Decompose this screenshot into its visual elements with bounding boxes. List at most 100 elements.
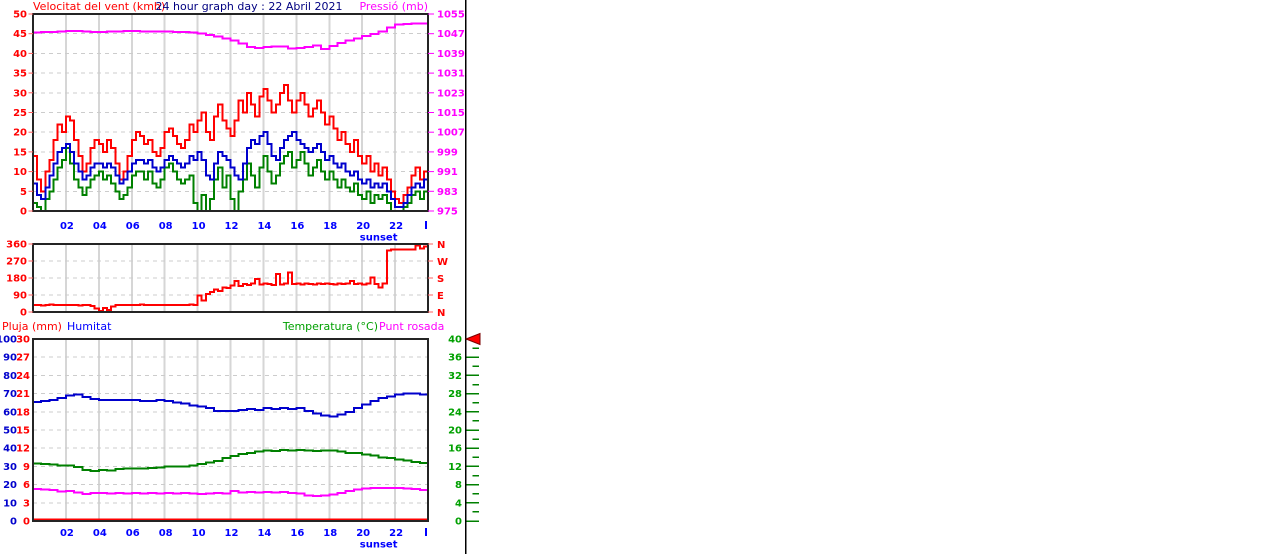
pressure-tick-label: 983 <box>437 187 458 198</box>
pressure-tick-label: 1031 <box>437 69 465 80</box>
wind-speed-tick-label: 0 <box>20 207 27 218</box>
rain-tick-label: 27 <box>16 353 30 364</box>
hour-label: 02 <box>60 528 74 539</box>
wind-speed-tick-label: 20 <box>13 128 27 139</box>
wind-speed-tick-label: 25 <box>13 108 27 119</box>
graph-title: 24 hour graph day : 22 Abril 2021 <box>156 0 343 13</box>
rain-tick-label: 18 <box>16 407 30 418</box>
sunset-label: sunset <box>360 233 398 244</box>
pressure-tick-label: 1047 <box>437 29 465 40</box>
humidity-tick-label: 70 <box>3 389 17 400</box>
humidity-tick-label: 80 <box>3 371 17 382</box>
temperature-axis-title: Temperatura (°C) <box>282 320 378 333</box>
temperature-tick-label: 32 <box>448 371 462 382</box>
direction-deg-tick-label: 180 <box>6 274 27 285</box>
hour-label: 06 <box>126 528 140 539</box>
wind-speed-tick-label: 10 <box>13 167 27 178</box>
pressure-tick-label: 1023 <box>437 88 465 99</box>
direction-deg-tick-label: 90 <box>13 291 27 302</box>
rain-axis-title: Pluja (mm) <box>2 320 62 333</box>
rain-tick-label: 9 <box>23 462 30 473</box>
rain-tick-label: 12 <box>16 444 30 455</box>
direction-cardinal-label: W <box>437 257 448 268</box>
rain-tick-label: 21 <box>16 389 30 400</box>
rain-tick-label: 24 <box>16 371 30 382</box>
hour-label: 14 <box>257 528 271 539</box>
rain-tick-label: 3 <box>23 498 30 509</box>
hour-label: 12 <box>225 528 239 539</box>
hour-label: 04 <box>93 528 107 539</box>
rain-tick-label: 0 <box>23 517 30 528</box>
temperature-tick-label: 4 <box>455 498 462 509</box>
temperature-tick-label: 36 <box>448 353 462 364</box>
pressure-tick-label: 1039 <box>437 49 465 60</box>
temperature-tick-label: 0 <box>455 517 462 528</box>
hour-label: 16 <box>290 221 304 232</box>
hour-label: 08 <box>159 221 173 232</box>
hour-24-clipped-label <box>425 221 427 229</box>
humidity-axis-title: Humitat <box>67 320 112 333</box>
hour-label: 18 <box>323 528 337 539</box>
hour-label: 04 <box>93 221 107 232</box>
temperature-tick-label: 24 <box>448 407 462 418</box>
hour-label: 22 <box>389 221 403 232</box>
hour-label: 16 <box>290 528 304 539</box>
pressure-tick-label: 1055 <box>437 10 465 21</box>
wind-speed-tick-label: 40 <box>13 49 27 60</box>
wind-speed-tick-label: 5 <box>20 187 27 198</box>
hour-label: 22 <box>389 528 403 539</box>
direction-cardinal-label: S <box>437 274 444 285</box>
temperature-tick-label: 40 <box>448 335 462 346</box>
page-divider-line <box>465 0 467 554</box>
rain-tick-label: 30 <box>16 335 30 346</box>
humidity-tick-label: 40 <box>3 444 17 455</box>
hour-label: 08 <box>159 528 173 539</box>
wind-speed-tick-label: 15 <box>13 147 27 158</box>
direction-deg-tick-label: 0 <box>20 308 27 319</box>
pressure-tick-label: 975 <box>437 207 458 218</box>
sunset-label: sunset <box>360 540 398 551</box>
pressure-tick-label: 999 <box>437 147 458 158</box>
pressure-tick-label: 991 <box>437 167 458 178</box>
hour-label: 18 <box>323 221 337 232</box>
humidity-tick-label: 90 <box>3 353 17 364</box>
hour-24-clipped-label <box>425 528 427 536</box>
temperature-tick-label: 28 <box>448 389 462 400</box>
direction-cardinal-label: E <box>437 291 444 302</box>
direction-cardinal-label: N <box>437 308 445 319</box>
temperature-tick-label: 8 <box>455 480 462 491</box>
dewpoint-series-title: Punt rosada <box>379 320 444 333</box>
humidity-tick-label: 50 <box>3 426 17 437</box>
rain-tick-label: 15 <box>16 426 30 437</box>
temperature-tick-label: 16 <box>448 444 462 455</box>
generated-chart-graphics: 0510152025303540455097598399199910071015… <box>0 0 481 554</box>
humidity-tick-label: 0 <box>10 517 17 528</box>
temperature-tick-label: 12 <box>448 462 462 473</box>
pressure-axis-title: Pressió (mb) <box>359 0 428 13</box>
direction-deg-tick-label: 270 <box>6 257 27 268</box>
humidity-tick-label: 30 <box>3 462 17 473</box>
humidity-tick-label: 20 <box>3 480 17 491</box>
hour-label: 20 <box>356 221 370 232</box>
humidity-tick-label: 100 <box>0 335 17 346</box>
temperature-tick-label: 20 <box>448 426 462 437</box>
wind-axis-title: Velocitat del vent (kmh) <box>33 0 165 13</box>
hour-label: 12 <box>225 221 239 232</box>
hour-label: 10 <box>192 221 206 232</box>
hour-label: 14 <box>257 221 271 232</box>
pressure-tick-label: 1015 <box>437 108 465 119</box>
hour-label: 02 <box>60 221 74 232</box>
weather-24h-graph-page: Velocitat del vent (kmh) 24 hour graph d… <box>0 0 1280 554</box>
direction-cardinal-label: N <box>437 240 445 251</box>
direction-deg-tick-label: 360 <box>6 240 27 251</box>
wind-speed-tick-label: 35 <box>13 69 27 80</box>
rain-tick-label: 6 <box>23 480 30 491</box>
wind-speed-tick-label: 30 <box>13 88 27 99</box>
wind-speed-tick-label: 45 <box>13 29 27 40</box>
humidity-tick-label: 10 <box>3 498 17 509</box>
temp-pointer-icon <box>464 332 481 346</box>
charts-canvas: Velocitat del vent (kmh) 24 hour graph d… <box>0 0 481 554</box>
hour-label: 20 <box>356 528 370 539</box>
humidity-tick-label: 60 <box>3 407 17 418</box>
wind-speed-tick-label: 50 <box>13 10 27 21</box>
